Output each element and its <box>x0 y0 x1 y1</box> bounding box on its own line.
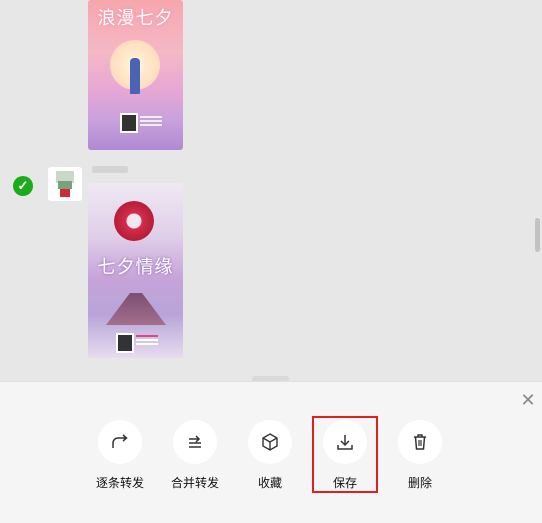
couple-graphic <box>130 58 140 94</box>
bridge-graphic <box>106 293 166 325</box>
forward-one-by-one-button[interactable]: 逐条转发 <box>80 420 160 491</box>
scrollbar-thumb[interactable] <box>535 218 540 252</box>
image-message-poster-1[interactable]: 浪漫七夕 <box>88 0 183 150</box>
qr-code <box>116 333 134 353</box>
share-icon <box>98 420 142 464</box>
action-label: 合并转发 <box>170 476 219 490</box>
chat-history: 浪漫七夕 ✓ 七夕情缘 <box>0 0 542 372</box>
poster-title: 浪漫七夕 <box>97 8 174 29</box>
poster-small-text <box>136 335 158 337</box>
close-icon[interactable]: ✕ <box>519 391 537 409</box>
action-label: 收藏 <box>257 476 282 490</box>
action-label: 逐条转发 <box>95 476 144 490</box>
action-label: 删除 <box>407 476 432 490</box>
fan-graphic <box>114 201 154 241</box>
merge-forward-icon <box>173 420 217 464</box>
poster-small-text <box>140 116 162 118</box>
image-message-poster-2[interactable]: 七夕情缘 <box>88 183 183 358</box>
trash-icon <box>398 420 442 464</box>
delete-button[interactable]: 删除 <box>380 420 460 491</box>
save-highlight-box <box>312 416 378 493</box>
favorite-button[interactable]: 收藏 <box>230 420 310 491</box>
selected-check-icon[interactable]: ✓ <box>13 176 33 196</box>
avatar[interactable] <box>48 167 82 201</box>
merge-forward-button[interactable]: 合并转发 <box>155 420 235 491</box>
cube-icon <box>248 420 292 464</box>
sender-name-blurred <box>92 166 128 173</box>
qr-code <box>120 113 138 133</box>
poster-title: 七夕情缘 <box>97 257 174 278</box>
